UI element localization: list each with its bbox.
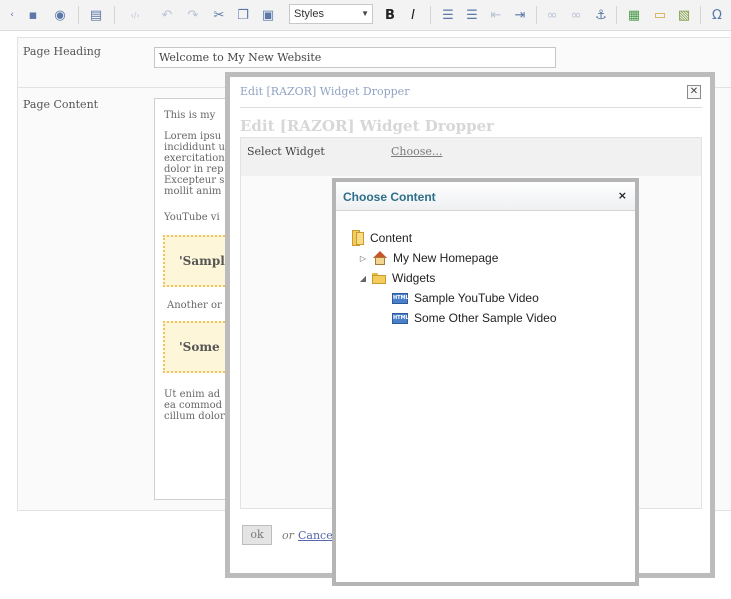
select-widget-label: Select Widget <box>247 145 325 158</box>
copy-icon[interactable]: ❐ <box>234 6 252 24</box>
ok-button[interactable]: ok <box>242 525 272 545</box>
edit-dialog-title: Edit [RAZOR] Widget Dropper <box>240 85 410 98</box>
special-char-icon[interactable]: Ω <box>707 6 727 24</box>
unlink-icon[interactable]: ∞ <box>566 6 586 24</box>
toolbar-separator <box>536 6 537 24</box>
content-line: incididunt u <box>164 142 225 153</box>
toolbar-separator <box>78 6 79 24</box>
content-line: mollit anim <box>164 186 222 197</box>
content-line: ea commod <box>164 400 223 411</box>
save-icon[interactable]: ▪ <box>24 6 42 24</box>
styles-dropdown[interactable]: Styles ▼ <box>289 4 373 24</box>
tree-node-label: My New Homepage <box>393 251 499 265</box>
cut-icon[interactable]: ✂ <box>210 6 228 24</box>
anchor-icon[interactable]: ⚓ <box>592 6 610 24</box>
tree-node-label: Content <box>370 231 413 245</box>
widget-placeholder-text: 'Sampl <box>179 254 225 268</box>
edit-dialog-heading: Edit [RAZOR] Widget Dropper <box>240 117 495 135</box>
content-line: YouTube vi <box>164 212 220 223</box>
tree-node-homepage[interactable]: ▷ My New Homepage <box>358 251 498 265</box>
tree-node-label: Sample YouTube Video <box>414 291 539 305</box>
italic-icon[interactable]: I <box>404 6 422 24</box>
select-widget-row: Select Widget Choose... <box>241 138 701 176</box>
source-icon[interactable]: ‹/› <box>122 6 148 24</box>
toolbar-collapse-icon[interactable]: ‹ <box>8 6 16 24</box>
indent-icon[interactable]: ⇥ <box>510 6 530 24</box>
numbered-list-icon[interactable]: ☰ <box>438 6 458 24</box>
styles-dropdown-value: Styles <box>294 8 324 20</box>
page-content-label: Page Content <box>23 98 99 111</box>
home-icon <box>372 251 388 265</box>
choose-widget-link[interactable]: Choose... <box>391 145 442 158</box>
bold-icon[interactable]: B <box>381 6 399 24</box>
or-text: or <box>282 529 294 542</box>
tree-node-some-other-sample-video[interactable]: HTML Some Other Sample Video <box>392 311 557 325</box>
widget-placeholder[interactable]: 'Some <box>163 321 233 373</box>
preview-icon[interactable]: ◉ <box>50 6 70 24</box>
collapse-arrow-icon[interactable]: ◢ <box>358 274 368 283</box>
toolbar-separator <box>616 6 617 24</box>
choose-dialog-title: Choose Content <box>343 190 436 204</box>
toolbar-separator <box>430 6 431 24</box>
tree-node-content[interactable]: Content <box>352 230 412 246</box>
tree-node-label: Widgets <box>392 271 436 285</box>
new-page-icon[interactable]: ▤ <box>86 6 106 24</box>
choose-content-dialog: Choose Content × Content ▷ My New Homepa… <box>332 178 639 586</box>
tree-node-label: Some Other Sample Video <box>414 311 557 325</box>
content-line: dolor in rep <box>164 164 224 175</box>
content-line: exercitation <box>164 153 225 164</box>
content-line: Excepteur s <box>164 175 225 186</box>
table-icon[interactable]: ▭ <box>650 6 670 24</box>
redo-icon[interactable]: ↷ <box>184 6 202 24</box>
html-file-icon: HTML <box>392 312 409 324</box>
form-icon[interactable]: ▧ <box>674 6 694 24</box>
widget-placeholder-text: 'Some <box>179 340 220 354</box>
content-line: This is my <box>164 110 216 121</box>
folder-icon <box>372 272 386 284</box>
chevron-down-icon: ▼ <box>361 9 369 18</box>
close-icon[interactable]: ✕ <box>687 85 701 99</box>
close-icon[interactable]: × <box>618 189 627 202</box>
content-folder-icon <box>352 230 364 246</box>
page-heading-label: Page Heading <box>23 45 101 58</box>
content-line: Ut enim ad <box>164 389 221 400</box>
choose-dialog-header: Choose Content × <box>336 182 635 211</box>
link-icon[interactable]: ∞ <box>542 6 562 24</box>
outdent-icon[interactable]: ⇤ <box>486 6 506 24</box>
undo-icon[interactable]: ↶ <box>158 6 176 24</box>
expand-arrow-icon[interactable]: ▷ <box>358 254 368 263</box>
html-file-icon: HTML <box>392 292 409 304</box>
paste-icon[interactable]: ▣ <box>258 6 278 24</box>
editor-toolbar: ‹ ▪ ◉ ▤ ‹/› ↶ ↷ ✂ ❐ ▣ Styles ▼ B I ☰ ☰ ⇤… <box>0 0 731 31</box>
image-icon[interactable]: ▦ <box>624 6 644 24</box>
content-line: Lorem ipsu <box>164 131 222 142</box>
toolbar-separator <box>700 6 701 24</box>
content-line: cillum dolor <box>164 411 225 422</box>
widget-placeholder[interactable]: 'Sampl <box>163 235 233 287</box>
page-heading-input[interactable]: Welcome to My New Website <box>154 47 556 68</box>
bullet-list-icon[interactable]: ☰ <box>462 6 482 24</box>
tree-node-sample-youtube-video[interactable]: HTML Sample YouTube Video <box>392 291 539 305</box>
cancel-link[interactable]: Cance <box>298 529 333 542</box>
edit-dialog-divider <box>240 107 702 108</box>
toolbar-separator <box>114 6 115 24</box>
tree-node-widgets[interactable]: ◢ Widgets <box>358 271 435 285</box>
